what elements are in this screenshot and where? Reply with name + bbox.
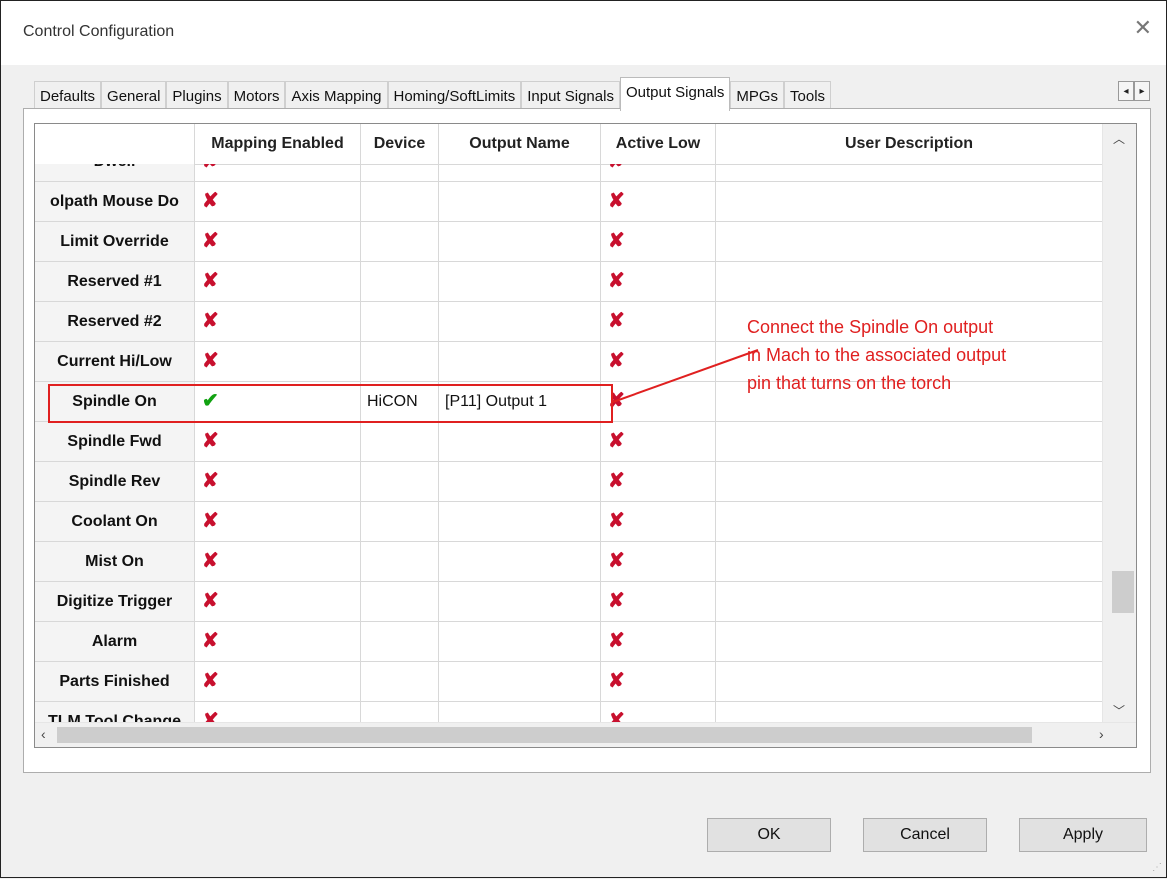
annotation-line: Connect the Spindle On output [747,317,994,337]
annotation-text: Connect the Spindle On output in Mach to… [747,313,1107,397]
annotation-arrow [612,349,759,403]
annotation-line: pin that turns on the torch [747,373,952,393]
control-configuration-window: Control Configuration ✕ Defaults General P… [0,0,1167,878]
annotation-line: in Mach to the associated output [747,345,1007,365]
